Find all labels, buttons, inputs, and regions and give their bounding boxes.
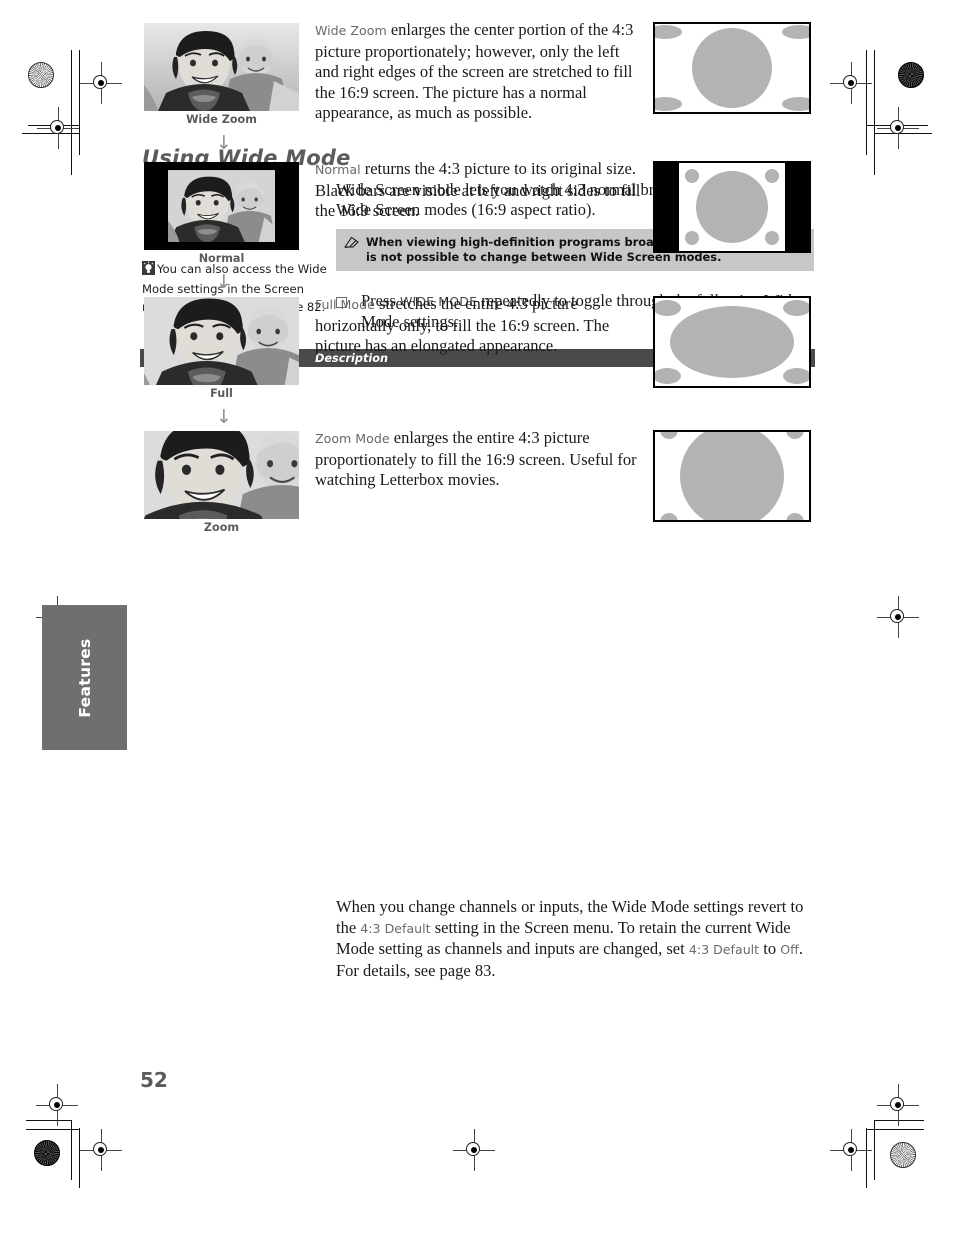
example-photo-zoom [144,431,299,519]
example-photo-caption: Normal [198,252,245,265]
crop-line-tl-v1 [71,50,72,175]
example-photo-caption: Full [210,387,233,400]
rosette-bottom-right [890,1142,916,1168]
row-description-text: returns the 4:3 picture to its original … [315,159,641,220]
row-term: Wide Zoom [315,23,387,38]
crop-line-br-v2 [866,1128,867,1188]
crop-line-bl-h2 [26,1129,80,1130]
registration-mark-mid-right [877,596,919,638]
registration-mark-bottom-left-a [36,1084,78,1126]
crop-line-tr-v1 [874,50,875,175]
crop-line-br-h1 [874,1120,924,1121]
crop-line-tl-h1 [28,125,80,126]
tv-diagram-wide-zoom [653,22,811,114]
row-description: Wide Zoom enlarges the center portion of… [315,20,645,124]
rosette-top-left [28,62,54,88]
example-photo-caption: Wide Zoom [186,113,257,126]
page-number: 52 [140,1068,168,1092]
pencil-icon [344,236,359,254]
closing-term-1: 4:3 Default [360,920,431,936]
example-photo-caption: Zoom [203,521,240,534]
closing-term-3: Off [780,942,799,957]
closing-part3: to [759,939,781,958]
flow-arrow-down: ↓ [216,132,232,154]
row-description: Zoom Mode enlarges the entire 4:3 pictur… [315,428,645,491]
example-photo-wide-zoom [144,23,299,111]
example-photo-normal [144,162,299,250]
registration-mark-bottom-left-b [80,1129,122,1171]
registration-mark-bottom-right-b [830,1129,872,1171]
tv-diagram-normal [653,161,811,253]
row-description: Normal returns the 4:3 picture to its or… [315,159,645,222]
registration-mark-bottom-right-a [877,1084,919,1126]
flow-arrow-down: ↓ [216,406,232,428]
rosette-top-right [898,62,924,88]
closing-term-2: 4:3 Default [688,942,760,957]
crop-line-tr-v2 [866,50,867,155]
crop-line-br-v1 [874,1120,875,1180]
example-photo-full [144,297,299,385]
row-term: Full Mode [315,297,375,312]
registration-mark-bottom-mid [453,1129,495,1171]
registration-mark-top-right-b [877,107,919,149]
closing-paragraph: When you change channels or inputs, the … [336,897,818,981]
row-description: Full Mode stretches the entire 4:3 pictu… [315,294,645,357]
registration-mark-top-right-a [830,62,872,104]
crop-line-bl-v1 [71,1120,72,1180]
crop-line-bl-v2 [79,1128,80,1188]
crop-line-tr-h1 [866,125,928,126]
registration-mark-top-left-a [80,62,122,104]
tv-diagram-full [653,296,811,388]
sidebar-section-tab-label: Features [75,637,94,718]
flow-arrow-down: ↓ [216,271,232,293]
row-term: Normal [315,162,361,177]
crop-line-tl-h2 [22,133,80,134]
crop-line-bl-h1 [26,1120,72,1121]
crop-line-tl-v2 [79,50,80,155]
registration-mark-top-left-b [37,107,79,149]
crop-line-br-h2 [866,1129,924,1130]
crop-line-tr-h2 [874,133,932,134]
row-term: Zoom Mode [315,431,390,446]
tv-diagram-zoom [653,430,811,522]
rosette-bottom-left [34,1140,60,1166]
sidebar-section-tab-features: Features [42,605,127,750]
